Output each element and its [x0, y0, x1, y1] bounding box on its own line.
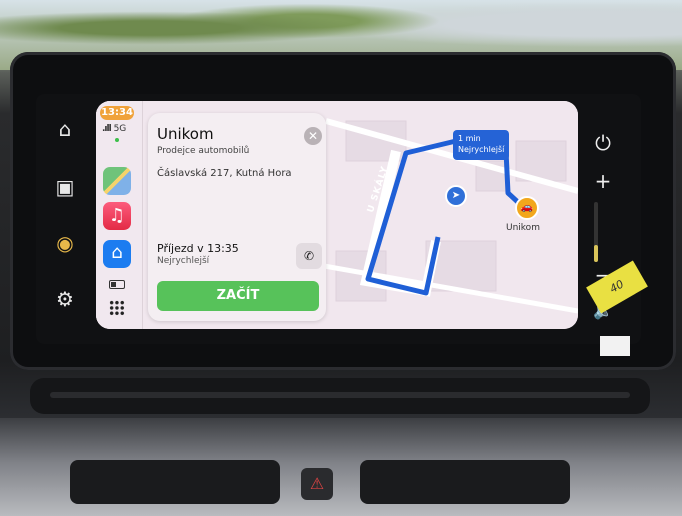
destination-map-label: Unikom [506, 223, 540, 233]
carplay-dock: 13:34 .ıll 5G ♫ ⌂ [96, 101, 143, 329]
destination-title: Unikom [157, 125, 214, 143]
destination-category: Prodejce automobilů [157, 146, 250, 156]
signal-indicator: .ıll 5G [102, 124, 127, 134]
radio-icon[interactable]: ▣ [52, 174, 78, 200]
route-time: 1 min [458, 134, 481, 143]
app-grid-icon[interactable] [109, 300, 125, 316]
volume-up-icon[interactable]: + [590, 168, 616, 194]
route-time-badge[interactable]: 1 min Nejrychlejší [453, 130, 509, 160]
power-icon[interactable]: ⏻ [590, 130, 616, 156]
mic-indicator-icon [115, 138, 119, 142]
close-icon[interactable]: ✕ [304, 127, 322, 145]
destination-address: Čáslavská 217, Kutná Hora [157, 168, 292, 179]
air-vent-left [70, 460, 280, 504]
air-vent-right [360, 460, 570, 504]
start-navigation-button[interactable]: ZAČÍT [157, 281, 319, 311]
clock: 13:34 [100, 106, 134, 120]
destination-pin-icon[interactable]: 🚗 [515, 196, 539, 220]
home-icon[interactable]: ⌂ [52, 116, 78, 142]
maps-icon[interactable] [103, 167, 131, 195]
dash-trim [30, 378, 650, 414]
carplay-screen: 1 min Nejrychlejší U SKÁLY ➤ 🚗 Unikom 13… [96, 101, 578, 329]
arrival-time: Příjezd v 13:35 [157, 242, 239, 255]
volume-level [594, 245, 598, 262]
music-icon[interactable]: ♫ [103, 202, 131, 230]
phone-icon[interactable]: ✆ [296, 243, 322, 269]
route-label: Nejrychlejší [458, 145, 505, 154]
route-type: Nejrychlejší [157, 256, 210, 266]
carplay-icon[interactable]: ◉ [52, 230, 78, 256]
battery-icon [109, 280, 125, 289]
network-type: 5G [113, 124, 127, 134]
home-app-icon[interactable]: ⌂ [103, 240, 131, 268]
oem-left-controls: ⌂ ▣ ◉ ⚙ [36, 94, 92, 344]
paper-tag [600, 336, 630, 356]
settings-icon[interactable]: ⚙ [52, 286, 78, 312]
current-location-icon: ➤ [445, 185, 467, 207]
hazard-button-icon[interactable]: ⚠ [301, 468, 333, 500]
destination-card: Unikom ✕ Prodejce automobilů Čáslavská 2… [148, 113, 326, 321]
